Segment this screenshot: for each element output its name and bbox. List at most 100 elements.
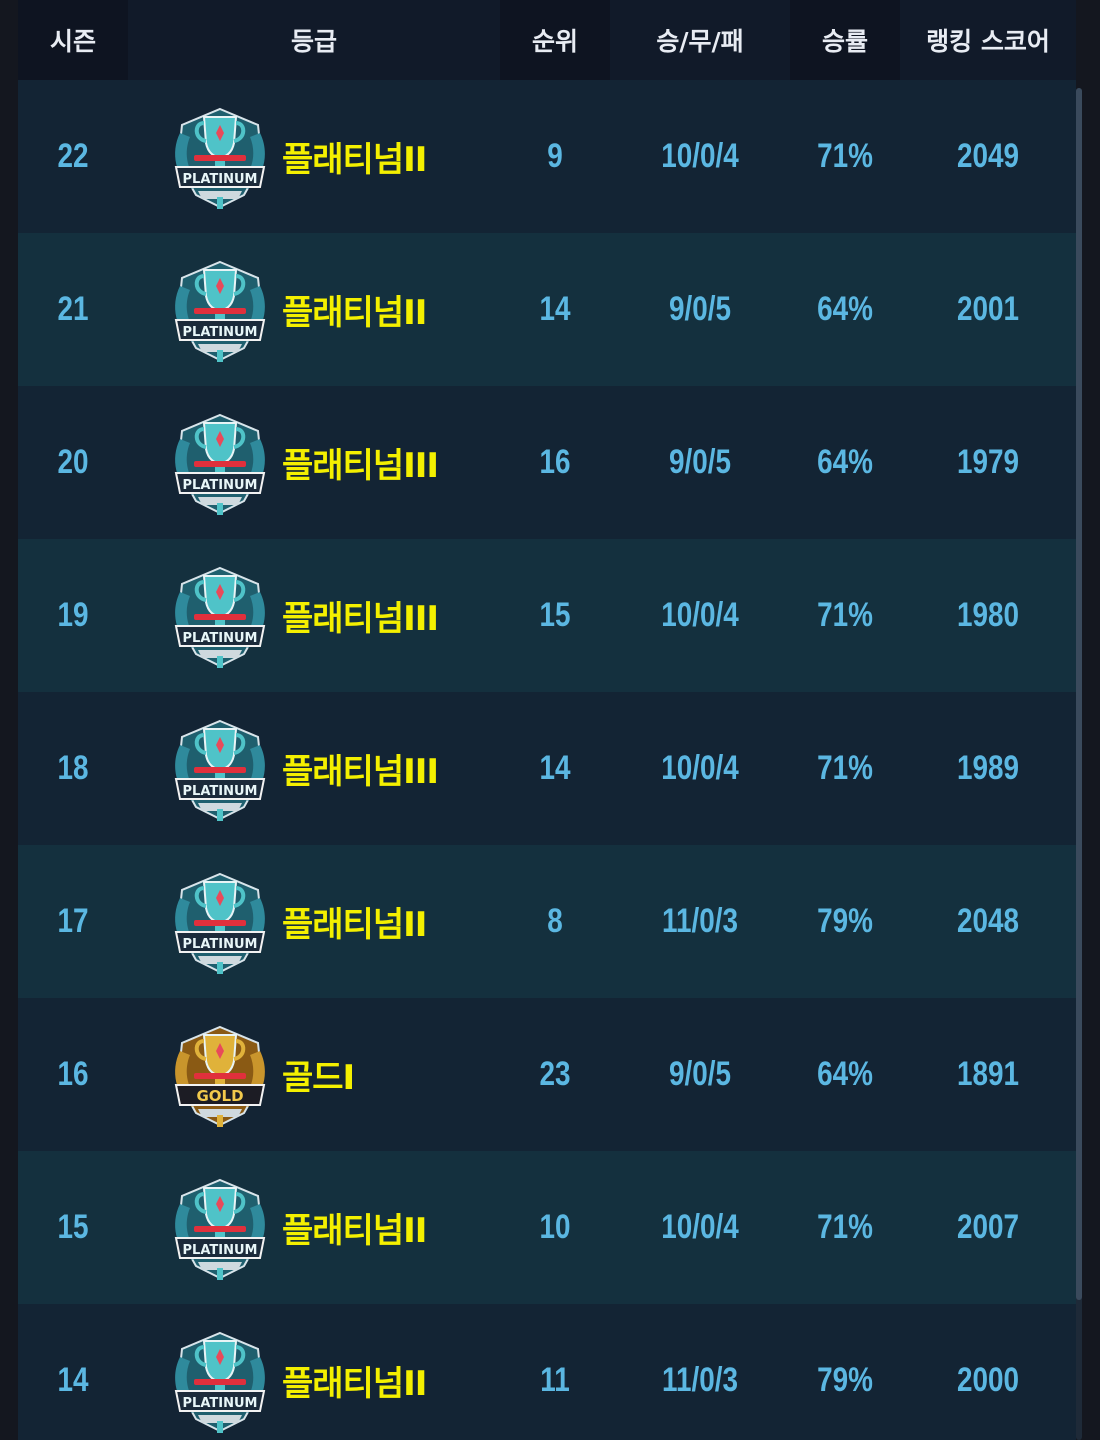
platinum-tier-badge-icon: PLATINUM (168, 1327, 272, 1435)
win-rate-value: 79% (817, 902, 873, 940)
grade-label: 플래티넘II (282, 1364, 427, 1404)
win-rate-value: 64% (817, 1055, 873, 1093)
grade-cell: PLATINUM 플래티넘III (128, 539, 500, 692)
win-rate-value: 71% (817, 137, 873, 175)
grade-cell: PLATINUM 플래티넘II (128, 845, 500, 998)
season-ranking-table: 시즌 등급 순위 승/무/패 승률 랭킹 스코어 22 PLATINUM 플래티… (18, 0, 1076, 1440)
grade-wrap: PLATINUM 플래티넘II (128, 256, 427, 364)
table-row: 22 PLATINUM 플래티넘II 9 10/0/4 71% 2049 (18, 80, 1076, 233)
table-row: 20 PLATINUM 플래티넘III 16 9/0/5 64% 1979 (18, 386, 1076, 539)
win-rate-value: 64% (817, 443, 873, 481)
ranking-score-value: 2001 (956, 290, 1020, 328)
record-value: 9/0/5 (668, 290, 732, 328)
grade-wrap: PLATINUM 플래티넘III (128, 409, 439, 517)
ranking-score-value: 1989 (956, 749, 1020, 787)
platinum-tier-badge-icon: PLATINUM (168, 562, 272, 670)
platinum-tier-badge-icon: PLATINUM (168, 256, 272, 364)
header-grade: 등급 (128, 0, 500, 80)
grade-wrap: GOLD 골드I (128, 1021, 355, 1129)
header-record: 승/무/패 (610, 0, 790, 80)
svg-text:PLATINUM: PLATINUM (183, 478, 258, 493)
rank-value: 15 (539, 596, 571, 634)
win-rate-value: 79% (817, 1361, 873, 1399)
win-rate-value: 71% (817, 596, 873, 634)
ranking-score-value: 2000 (956, 1361, 1020, 1399)
svg-text:GOLD: GOLD (196, 1087, 243, 1105)
grade-label: 플래티넘III (282, 752, 439, 792)
ranking-score-value: 2048 (956, 902, 1020, 940)
grade-cell: PLATINUM 플래티넘II (128, 1304, 500, 1440)
header-season: 시즌 (49, 27, 96, 56)
ranking-score-value: 2049 (956, 137, 1020, 175)
season-value: 15 (57, 1208, 89, 1246)
grade-cell: PLATINUM 플래티넘III (128, 692, 500, 845)
table-header: 시즌 등급 순위 승/무/패 승률 랭킹 스코어 (18, 0, 1076, 80)
grade-cell: PLATINUM 플래티넘II (128, 1151, 500, 1304)
platinum-tier-badge-icon: PLATINUM (168, 868, 272, 976)
rank-value: 8 (547, 902, 563, 940)
grade-wrap: PLATINUM 플래티넘II (128, 868, 427, 976)
rank-value: 11 (540, 1361, 570, 1399)
platinum-tier-badge-icon: PLATINUM (168, 409, 272, 517)
rank-value: 16 (539, 443, 571, 481)
grade-wrap: PLATINUM 플래티넘II (128, 103, 427, 211)
svg-text:PLATINUM: PLATINUM (183, 784, 258, 799)
win-rate-value: 71% (817, 749, 873, 787)
season-history-page: 시즌 등급 순위 승/무/패 승률 랭킹 스코어 22 PLATINUM 플래티… (0, 0, 1100, 1440)
season-value: 14 (57, 1361, 89, 1399)
table-row: 21 PLATINUM 플래티넘II 14 9/0/5 64% 2001 (18, 233, 1076, 386)
svg-text:PLATINUM: PLATINUM (183, 172, 258, 187)
table-row: 14 PLATINUM 플래티넘II 11 11/0/3 79% 2000 (18, 1304, 1076, 1440)
record-value: 10/0/4 (661, 1208, 739, 1246)
table-row: 16 GOLD 골드I 23 9/0/5 64% 1891 (18, 998, 1076, 1151)
rank-value: 23 (539, 1055, 571, 1093)
rank-value: 14 (539, 749, 571, 787)
scrollbar-thumb[interactable] (1076, 88, 1082, 1300)
svg-text:PLATINUM: PLATINUM (183, 1396, 258, 1411)
record-value: 11/0/3 (662, 902, 738, 940)
grade-cell: PLATINUM 플래티넘II (128, 233, 500, 386)
season-value: 19 (57, 596, 89, 634)
platinum-tier-badge-icon: PLATINUM (168, 103, 272, 211)
grade-label: 플래티넘III (282, 599, 439, 639)
record-value: 10/0/4 (661, 749, 739, 787)
grade-wrap: PLATINUM 플래티넘II (128, 1327, 427, 1435)
table-row: 15 PLATINUM 플래티넘II 10 10/0/4 71% 2007 (18, 1151, 1076, 1304)
table-row: 17 PLATINUM 플래티넘II 8 11/0/3 79% 2048 (18, 845, 1076, 998)
record-value: 10/0/4 (661, 137, 739, 175)
season-value: 18 (57, 749, 89, 787)
header-rank: 순위 (531, 27, 578, 56)
season-value: 17 (57, 902, 89, 940)
grade-label: 플래티넘II (282, 140, 427, 180)
win-rate-value: 64% (817, 290, 873, 328)
season-value: 21 (57, 290, 89, 328)
grade-label: 플래티넘II (282, 905, 427, 945)
table-row: 18 PLATINUM 플래티넘III 14 10/0/4 71% 1989 (18, 692, 1076, 845)
record-value: 9/0/5 (668, 1055, 732, 1093)
table-body: 22 PLATINUM 플래티넘II 9 10/0/4 71% 2049 21 (18, 80, 1076, 1440)
record-value: 9/0/5 (668, 443, 732, 481)
season-value: 22 (57, 137, 89, 175)
svg-text:PLATINUM: PLATINUM (183, 1243, 258, 1258)
ranking-score-value: 2007 (956, 1208, 1020, 1246)
grade-label: 플래티넘II (282, 1211, 427, 1251)
grade-wrap: PLATINUM 플래티넘III (128, 562, 439, 670)
table-row: 19 PLATINUM 플래티넘III 15 10/0/4 71% 1980 (18, 539, 1076, 692)
win-rate-value: 71% (817, 1208, 873, 1246)
grade-label: 플래티넘II (282, 293, 427, 333)
header-ranking-score: 랭킹 스코어 (900, 0, 1076, 80)
header-win-rate: 승률 (821, 27, 868, 56)
svg-text:PLATINUM: PLATINUM (183, 937, 258, 952)
ranking-score-value: 1979 (956, 443, 1020, 481)
rank-value: 14 (539, 290, 571, 328)
grade-label: 골드I (282, 1058, 355, 1098)
season-value: 16 (57, 1055, 89, 1093)
grade-cell: PLATINUM 플래티넘III (128, 386, 500, 539)
grade-cell: PLATINUM 플래티넘II (128, 80, 500, 233)
grade-label: 플래티넘III (282, 446, 439, 486)
record-value: 11/0/3 (662, 1361, 738, 1399)
svg-text:PLATINUM: PLATINUM (183, 631, 258, 646)
grade-cell: GOLD 골드I (128, 998, 500, 1151)
platinum-tier-badge-icon: PLATINUM (168, 1174, 272, 1282)
grade-wrap: PLATINUM 플래티넘II (128, 1174, 427, 1282)
